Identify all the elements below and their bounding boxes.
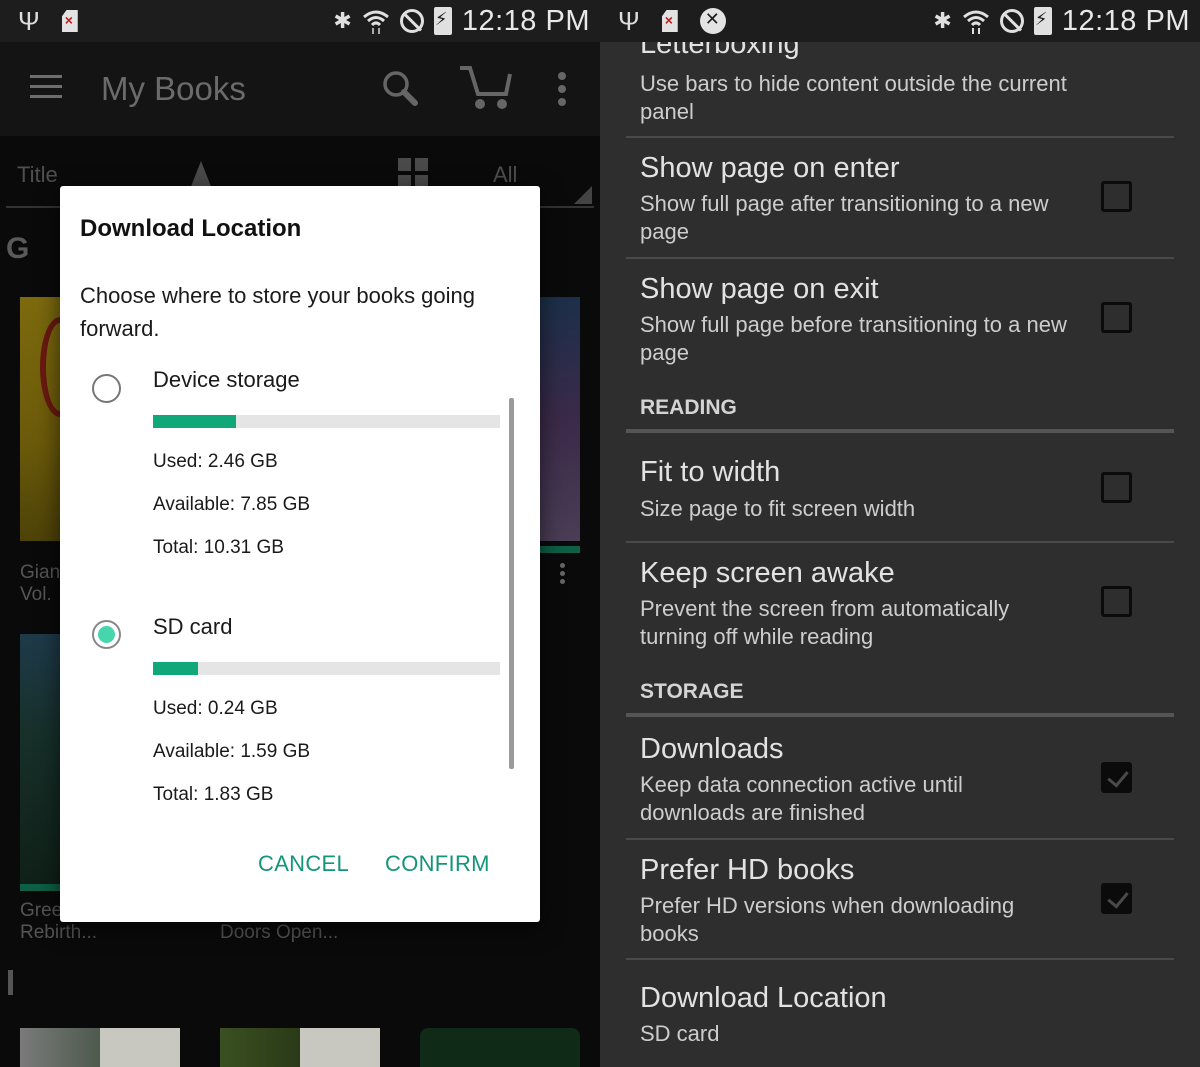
bluetooth-icon: ✱: [333, 8, 352, 33]
divider: [626, 429, 1174, 433]
app-title: My Books: [101, 70, 246, 107]
setting-subtitle: Prefer HD versions when downloading book…: [640, 893, 1015, 946]
filter-dropdown[interactable]: All: [493, 162, 517, 188]
checkbox-show-page-on-enter[interactable]: [1101, 181, 1132, 212]
divider: [626, 713, 1174, 717]
setting-title: Show page on exit: [640, 273, 879, 305]
sd-card-error-icon: [661, 10, 678, 32]
book-cover[interactable]: [420, 1028, 580, 1067]
download-location-dialog: Download Location Choose where to store …: [60, 186, 540, 922]
total-space: Total: 10.31 GB: [153, 537, 284, 558]
dropdown-indicator-icon: [574, 186, 592, 204]
settings-screen: Ψ ✱ 12:18 PM Letterboxing Use bars to hi…: [600, 0, 1200, 1067]
search-icon[interactable]: [380, 68, 420, 108]
available-space: Available: 7.85 GB: [153, 494, 311, 515]
setting-subtitle: Show full page before transitioning to a…: [640, 312, 1067, 365]
overflow-menu-icon[interactable]: [558, 72, 568, 106]
checkbox-keep-screen-awake[interactable]: [1101, 586, 1132, 617]
total-space: Total: 1.83 GB: [153, 784, 274, 805]
setting-subtitle: Prevent the screen from automatically tu…: [640, 596, 1010, 649]
dialog-title: Download Location: [80, 215, 302, 242]
radio-sd-card[interactable]: [92, 620, 121, 649]
book-cover[interactable]: [20, 1028, 180, 1067]
battery-charging-icon: [433, 7, 452, 35]
book-title-line: Gian: [20, 562, 61, 583]
setting-subtitle: Use bars to hide content outside the cur…: [640, 71, 1067, 124]
setting-title: Prefer HD books: [640, 854, 855, 886]
checkbox-prefer-hd-books[interactable]: [1101, 883, 1132, 914]
setting-subtitle: Keep data connection active until downlo…: [640, 772, 963, 825]
book-title[interactable]: Gian Vol.: [20, 562, 60, 606]
book-overflow-icon[interactable]: [560, 563, 565, 587]
sort-label[interactable]: Title: [17, 162, 58, 188]
setting-subtitle: Show full page after transitioning to a …: [640, 191, 1049, 244]
storage-usage-bar: [153, 415, 500, 428]
setting-title: Show page on enter: [640, 152, 900, 184]
setting-subtitle: SD card: [640, 1021, 720, 1046]
battery-charging-icon: [1033, 7, 1052, 35]
section-header-reading: READING: [640, 396, 737, 419]
divider: [626, 541, 1174, 543]
available-space: Available: 1.59 GB: [153, 741, 311, 762]
setting-title: Downloads: [640, 733, 784, 765]
book-cover[interactable]: [220, 1028, 380, 1067]
menu-icon[interactable]: [30, 75, 62, 99]
bluetooth-icon: ✱: [933, 8, 952, 33]
section-header-i: [8, 970, 13, 995]
library-screen: Ψ ✱ 12:18 PM My Books: [0, 0, 600, 1067]
do-not-disturb-icon: [999, 9, 1024, 33]
storage-usage-bar: [153, 662, 500, 675]
used-space: Used: 0.24 GB: [153, 698, 278, 719]
storage-usage-fill: [153, 662, 199, 675]
status-time: 12:18 PM: [461, 4, 590, 37]
section-header-g: G: [6, 232, 30, 265]
dialog-message: Choose where to store your books going f…: [80, 283, 476, 341]
option-label: Device storage: [153, 367, 300, 392]
cancel-button[interactable]: CANCEL: [258, 851, 349, 877]
dialog-scrollbar[interactable]: [509, 398, 514, 769]
app-bar: My Books: [0, 42, 600, 136]
checkbox-show-page-on-exit[interactable]: [1101, 302, 1132, 333]
status-bar: Ψ ✱ 12:18 PM: [0, 0, 600, 42]
sync-off-icon: [699, 8, 726, 34]
setting-subtitle: Size page to fit screen width: [640, 496, 916, 521]
checkbox-downloads[interactable]: [1101, 762, 1132, 793]
radio-device-storage[interactable]: [92, 374, 121, 403]
setting-title: Fit to width: [640, 456, 781, 488]
usb-icon: Ψ: [18, 6, 40, 36]
checkbox-fit-to-width[interactable]: [1101, 472, 1132, 503]
section-header-storage: STORAGE: [640, 680, 744, 703]
status-bar: Ψ ✱ 12:18 PM: [600, 0, 1200, 42]
storage-usage-fill: [153, 415, 236, 428]
book-title-line: Rebirth...: [20, 922, 98, 943]
used-space: Used: 2.46 GB: [153, 451, 278, 472]
usb-icon: Ψ: [618, 6, 640, 36]
divider: [626, 257, 1174, 259]
sort-ascending-icon[interactable]: [190, 161, 212, 189]
divider: [626, 136, 1174, 138]
do-not-disturb-icon: [399, 9, 424, 33]
grid-view-icon[interactable]: [398, 158, 428, 188]
book-title[interactable]: Doors Open...: [220, 922, 338, 944]
divider: [626, 958, 1174, 960]
cart-icon[interactable]: [458, 64, 514, 112]
book-title-line: Vol.: [20, 584, 52, 605]
setting-title: Keep screen awake: [640, 557, 895, 589]
sd-card-error-icon: [61, 10, 78, 32]
wifi-icon: [362, 10, 389, 34]
divider: [626, 838, 1174, 840]
wifi-icon: [962, 10, 989, 34]
setting-title: Download Location: [640, 982, 887, 1014]
confirm-button[interactable]: CONFIRM: [385, 851, 490, 877]
option-label: SD card: [153, 614, 233, 639]
status-time: 12:18 PM: [1061, 4, 1190, 37]
